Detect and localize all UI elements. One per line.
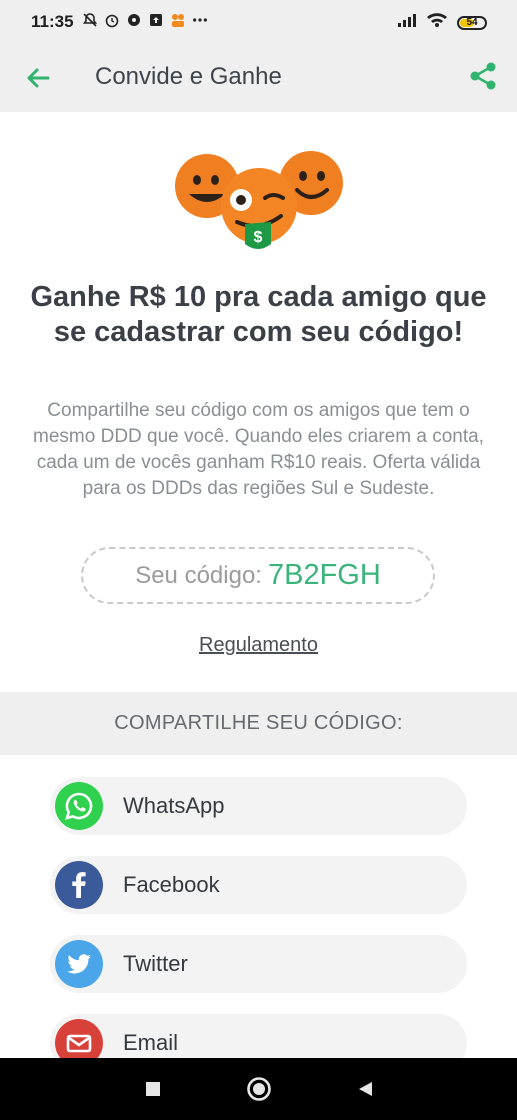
page-title: Convide e Ganhe: [95, 63, 282, 90]
share-option-label: Facebook: [123, 872, 220, 897]
mute-icon: [82, 12, 98, 28]
email-icon: [55, 1019, 103, 1058]
share-option-label: Email: [123, 1030, 179, 1055]
share-button[interactable]: [467, 60, 499, 92]
share-option-label: Twitter: [123, 951, 188, 976]
system-icons: 54: [397, 12, 487, 33]
battery-icon: 54: [457, 15, 487, 30]
more-dots-icon: [192, 12, 208, 28]
app-bar: Convide e Ganhe: [0, 44, 517, 112]
home-button[interactable]: [246, 1076, 272, 1102]
share-twitter-button[interactable]: Twitter: [50, 935, 467, 993]
arrow-left-icon: [27, 68, 50, 88]
share-options-list: WhatsApp Facebook Twitter Email: [0, 755, 517, 1058]
share-section-header: COMPARTILHE SEU CÓDIGO:: [0, 692, 517, 755]
app-icon: [170, 12, 186, 28]
triangle-back-icon: [359, 1082, 372, 1096]
share-facebook-button[interactable]: Facebook: [50, 856, 467, 914]
invite-headline: Ganhe R$ 10 pra cada amigo que se cadast…: [30, 281, 487, 348]
facebook-icon: [55, 861, 103, 909]
chat-icon: [126, 12, 142, 28]
referral-code-box[interactable]: Seu código: 7B2FGH: [81, 547, 435, 604]
share-whatsapp-button[interactable]: WhatsApp: [50, 777, 467, 835]
share-email-button[interactable]: Email: [50, 1014, 467, 1058]
rules-link[interactable]: Regulamento: [0, 634, 517, 657]
signal-icon: [397, 12, 417, 33]
share-option-label: WhatsApp: [123, 793, 225, 818]
back-arrow-button[interactable]: [22, 62, 54, 94]
wifi-icon: [426, 12, 448, 33]
back-button[interactable]: [352, 1076, 378, 1102]
share-icon: [470, 62, 496, 90]
status-time: 11:35: [31, 12, 74, 31]
battery-level: 54: [466, 16, 478, 28]
square-icon: [146, 1082, 160, 1096]
system-nav-bar: [0, 1058, 517, 1120]
svg-text:$: $: [254, 229, 263, 246]
referral-code[interactable]: 7B2FGH: [268, 559, 381, 592]
invite-description: Compartilhe seu código com os amigos que…: [33, 400, 484, 499]
whatsapp-icon: [55, 782, 103, 830]
alarm-icon: [104, 12, 120, 28]
notification-icons: [82, 12, 208, 28]
recents-button[interactable]: [140, 1076, 166, 1102]
code-label: Seu código:: [135, 561, 262, 589]
twitter-icon: [55, 940, 103, 988]
status-bar: 11:35 54: [0, 0, 517, 44]
invite-hero: $ Ganhe R$ 10 pra cada amigo que se cada…: [0, 112, 517, 692]
circle-icon: [247, 1077, 271, 1101]
emoji-illustration: $: [175, 151, 343, 249]
upload-icon: [148, 12, 164, 28]
